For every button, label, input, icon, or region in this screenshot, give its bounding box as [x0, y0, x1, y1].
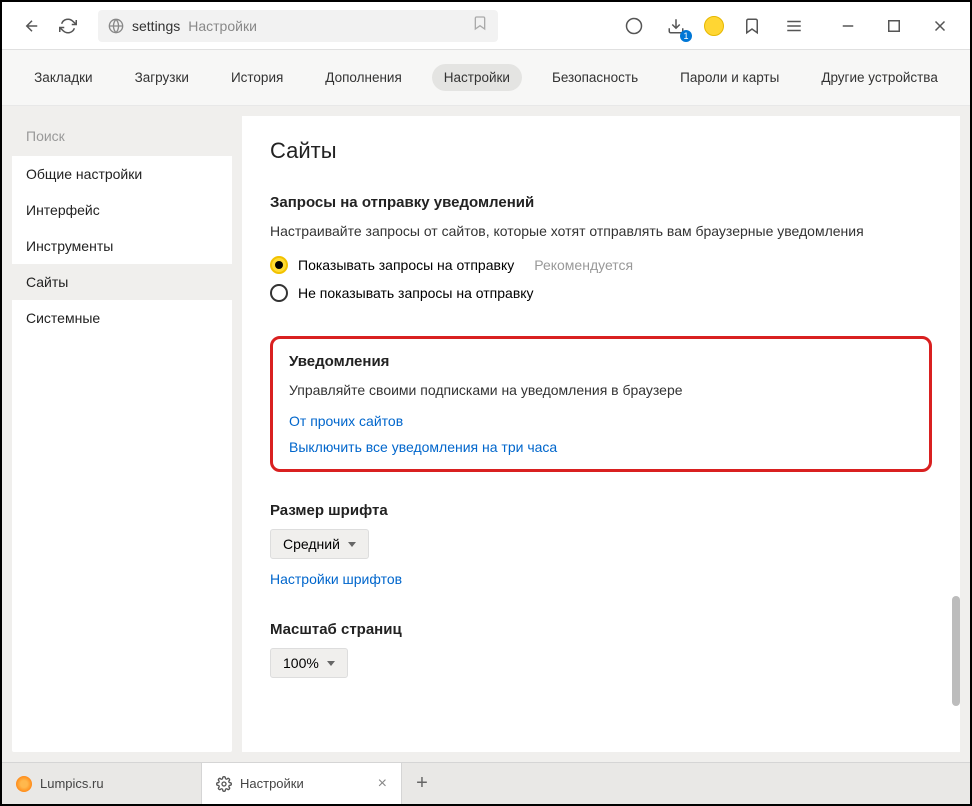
section-notification-requests: Запросы на отправку уведомлений Настраив…: [270, 194, 932, 302]
dropdown-value: Средний: [283, 536, 340, 552]
sidebar-item-system[interactable]: Системные: [12, 300, 232, 336]
zoom-title: Масштаб страниц: [270, 621, 932, 638]
fontsize-title: Размер шрифта: [270, 502, 932, 519]
settings-sidebar: Поиск Общие настройки Интерфейс Инструме…: [12, 116, 232, 752]
topnav-addons[interactable]: Дополнения: [313, 64, 413, 91]
back-button[interactable]: [18, 12, 46, 40]
link-disable-3h[interactable]: Выключить все уведомления на три часа: [289, 439, 913, 455]
collections-button[interactable]: [738, 12, 766, 40]
globe-icon: [108, 18, 124, 34]
dropdown-value: 100%: [283, 655, 319, 671]
close-icon[interactable]: ×: [378, 775, 387, 793]
gear-icon: [216, 776, 232, 792]
close-button[interactable]: [926, 12, 954, 40]
topnav-passwords[interactable]: Пароли и карты: [668, 64, 791, 91]
section-page-zoom: Масштаб страниц 100%: [270, 621, 932, 690]
downloads-button[interactable]: [662, 12, 690, 40]
requests-desc: Настраивайте запросы от сайтов, которые …: [270, 221, 932, 242]
search-placeholder: Поиск: [26, 128, 65, 144]
topnav-other-devices[interactable]: Другие устройства: [809, 64, 950, 91]
main-area: Поиск Общие настройки Интерфейс Инструме…: [2, 106, 970, 762]
radio-hide-requests[interactable]: Не показывать запросы на отправку: [270, 284, 932, 302]
alice-icon[interactable]: [620, 12, 648, 40]
address-protocol: settings: [132, 18, 180, 34]
requests-title: Запросы на отправку уведомлений: [270, 194, 932, 211]
sidebar-item-interface[interactable]: Интерфейс: [12, 192, 232, 228]
page-title: Сайты: [270, 138, 932, 164]
tab-lumpics[interactable]: Lumpics.ru: [2, 763, 202, 804]
radio-hint: Рекомендуется: [534, 257, 633, 273]
link-other-sites[interactable]: От прочих сайтов: [289, 413, 913, 429]
topnav-security[interactable]: Безопасность: [540, 64, 650, 91]
radio-show-requests[interactable]: Показывать запросы на отправку Рекоменду…: [270, 256, 932, 274]
minimize-button[interactable]: [834, 12, 862, 40]
bookmark-icon[interactable]: [472, 15, 488, 36]
radio-label: Не показывать запросы на отправку: [298, 285, 534, 301]
sidebar-item-tools[interactable]: Инструменты: [12, 228, 232, 264]
toolbar-right: [620, 12, 954, 40]
section-notifications-highlighted: Уведомления Управляйте своими подписками…: [270, 336, 932, 472]
address-title: Настройки: [188, 18, 257, 34]
address-bar[interactable]: settings Настройки: [98, 10, 498, 42]
fontsize-dropdown[interactable]: Средний: [270, 529, 369, 559]
window-controls: [834, 12, 954, 40]
tab-label: Настройки: [240, 776, 304, 791]
tab-favicon: [16, 776, 32, 792]
topnav-history[interactable]: История: [219, 64, 295, 91]
zoom-dropdown[interactable]: 100%: [270, 648, 348, 678]
radio-label: Показывать запросы на отправку: [298, 257, 514, 273]
link-font-settings[interactable]: Настройки шрифтов: [270, 571, 932, 587]
settings-top-nav: Закладки Загрузки История Дополнения Нас…: [2, 50, 970, 106]
topnav-downloads[interactable]: Загрузки: [123, 64, 201, 91]
topnav-bookmarks[interactable]: Закладки: [22, 64, 104, 91]
radio-icon: [270, 256, 288, 274]
sidebar-item-general[interactable]: Общие настройки: [12, 156, 232, 192]
menu-button[interactable]: [780, 12, 808, 40]
radio-icon: [270, 284, 288, 302]
extension-icon[interactable]: [704, 16, 724, 36]
notifications-desc: Управляйте своими подписками на уведомле…: [289, 380, 913, 401]
browser-tabs: Lumpics.ru Настройки × +: [2, 762, 970, 804]
browser-toolbar: settings Настройки: [2, 2, 970, 50]
settings-content: Сайты Запросы на отправку уведомлений На…: [242, 116, 960, 752]
reload-button[interactable]: [54, 12, 82, 40]
maximize-button[interactable]: [880, 12, 908, 40]
new-tab-button[interactable]: +: [402, 772, 442, 795]
sidebar-search[interactable]: Поиск: [12, 116, 232, 156]
topnav-settings[interactable]: Настройки: [432, 64, 522, 91]
sidebar-item-sites[interactable]: Сайты: [12, 264, 232, 300]
scrollbar-thumb[interactable]: [952, 596, 960, 706]
notifications-title: Уведомления: [289, 353, 913, 370]
section-font-size: Размер шрифта Средний Настройки шрифтов: [270, 502, 932, 587]
tab-label: Lumpics.ru: [40, 776, 104, 791]
tab-settings[interactable]: Настройки ×: [202, 763, 402, 804]
